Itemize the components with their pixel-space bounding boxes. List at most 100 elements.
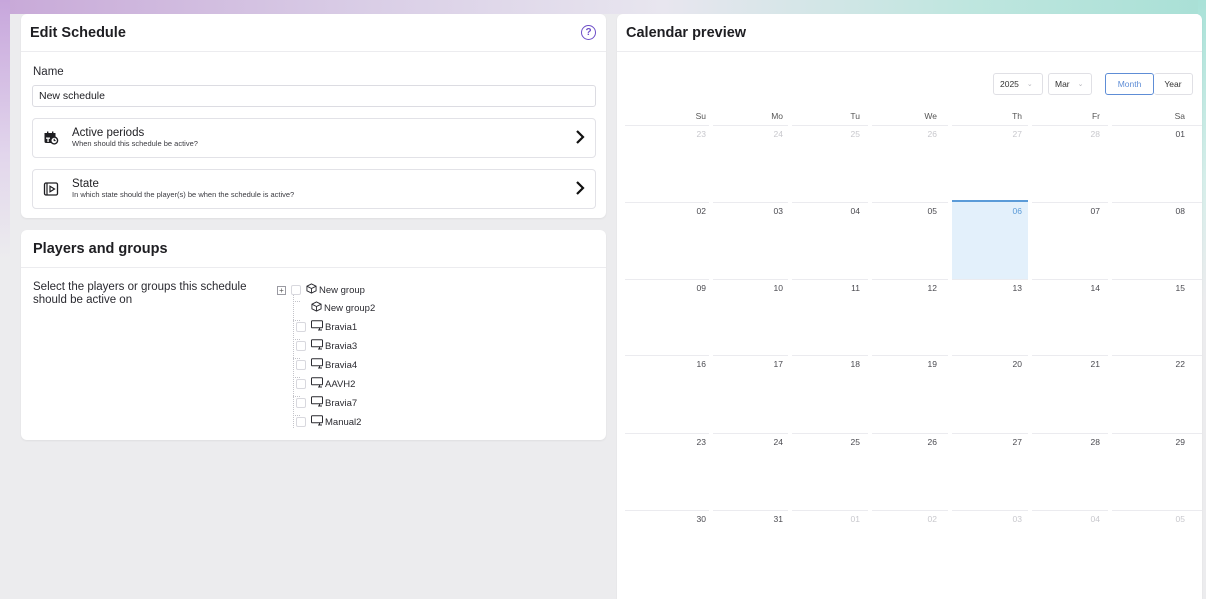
monitor-icon — [311, 337, 323, 355]
tree-item-label: Bravia4 — [325, 359, 358, 371]
calendar-day[interactable]: 23 — [676, 129, 706, 139]
calendar-day[interactable]: 02 — [676, 206, 706, 216]
tree-checkbox[interactable] — [296, 322, 306, 332]
calendar-day[interactable]: 04 — [830, 206, 860, 216]
tree-checkbox[interactable] — [296, 360, 306, 370]
tree-checkbox[interactable] — [291, 285, 301, 295]
calendar-day[interactable]: 09 — [676, 283, 706, 293]
tree-item-label: AAVH2 — [325, 378, 356, 390]
active-periods-row[interactable]: Active periods When should this schedule… — [32, 118, 596, 158]
calendar-cell-divider — [713, 125, 788, 126]
calendar-cell-divider — [1032, 433, 1108, 434]
calendar-day[interactable]: 28 — [1070, 129, 1100, 139]
month-select[interactable]: Mar ⌄ — [1048, 73, 1092, 95]
calendar-day[interactable]: 27 — [992, 129, 1022, 139]
tree-item[interactable]: Bravia1 — [296, 320, 357, 334]
year-select[interactable]: 2025 ⌄ — [993, 73, 1043, 95]
tree-item[interactable]: Bravia4 — [296, 358, 357, 372]
month-mode-button[interactable]: Month — [1105, 73, 1154, 95]
calendar-day[interactable]: 06 — [992, 206, 1022, 216]
calendar-cell-divider — [1112, 355, 1202, 356]
chevron-down-icon: ⌄ — [1026, 81, 1033, 88]
calendar-day[interactable]: 30 — [676, 514, 706, 524]
calendar-day[interactable]: 05 — [1155, 514, 1185, 524]
calendar-day[interactable]: 15 — [1155, 283, 1185, 293]
tree-item[interactable]: Bravia3 — [296, 339, 357, 353]
calendar-cell-divider — [1112, 433, 1202, 434]
calendar-day[interactable]: 03 — [992, 514, 1022, 524]
calendar-cell-divider — [625, 202, 709, 203]
tree-checkbox[interactable] — [296, 417, 306, 427]
calendar-cell-divider — [792, 510, 868, 511]
calendar-day[interactable]: 02 — [907, 514, 937, 524]
calendar-cell-divider — [872, 279, 948, 280]
calendar-day[interactable]: 27 — [992, 437, 1022, 447]
tree-item[interactable]: Bravia7 — [296, 396, 357, 410]
calendar-cell-divider — [625, 433, 709, 434]
cube-icon — [306, 281, 317, 299]
calendar-day[interactable]: 26 — [907, 437, 937, 447]
calendar-cell-divider — [1032, 355, 1108, 356]
active-periods-subtitle: When should this schedule be active? — [72, 139, 198, 148]
calendar-day[interactable]: 05 — [907, 206, 937, 216]
day-header-su: Su — [695, 111, 706, 121]
chevron-down-icon: ⌄ — [1077, 81, 1084, 88]
calendar-day[interactable]: 25 — [830, 129, 860, 139]
calendar-cell-divider — [952, 355, 1028, 356]
calendar-day[interactable]: 24 — [753, 129, 783, 139]
tree-item[interactable]: AAVH2 — [296, 377, 355, 391]
calendar-cell-divider — [625, 279, 709, 280]
calendar-day[interactable]: 21 — [1070, 359, 1100, 369]
calendar-cell-divider — [1032, 279, 1108, 280]
edit-schedule-header: Edit Schedule ? — [21, 14, 606, 52]
calendar-day[interactable]: 07 — [1070, 206, 1100, 216]
calendar-day[interactable]: 20 — [992, 359, 1022, 369]
calendar-day[interactable]: 12 — [907, 283, 937, 293]
players-instruction: Select the players or groups this schedu… — [33, 281, 247, 306]
calendar-cell-divider — [1112, 202, 1202, 203]
expand-icon[interactable]: + — [277, 285, 286, 295]
calendar-cell-divider — [1112, 125, 1202, 126]
tree-checkbox[interactable] — [296, 341, 306, 351]
state-title: State — [72, 178, 99, 190]
calendar-day[interactable]: 04 — [1070, 514, 1100, 524]
calendar-day[interactable]: 24 — [753, 437, 783, 447]
calendar-day[interactable]: 22 — [1155, 359, 1185, 369]
calendar-day[interactable]: 31 — [753, 514, 783, 524]
monitor-icon — [311, 375, 323, 393]
calendar-day[interactable]: 01 — [1155, 129, 1185, 139]
players-groups-title: Players and groups — [33, 240, 168, 257]
calendar-day[interactable]: 11 — [830, 283, 860, 293]
tree-checkbox[interactable] — [296, 398, 306, 408]
calendar-cell-divider — [792, 279, 868, 280]
calendar-day[interactable]: 13 — [992, 283, 1022, 293]
calendar-day[interactable]: 23 — [676, 437, 706, 447]
calendar-day[interactable]: 25 — [830, 437, 860, 447]
question-circle-icon[interactable]: ? — [581, 25, 596, 40]
calendar-day[interactable]: 03 — [753, 206, 783, 216]
tree-checkbox[interactable] — [296, 379, 306, 389]
calendar-day[interactable]: 10 — [753, 283, 783, 293]
calendar-cell-divider — [1032, 202, 1108, 203]
name-input[interactable]: New schedule — [32, 85, 596, 107]
tree-item[interactable]: Manual2 — [296, 415, 361, 429]
calendar-cell-divider — [872, 125, 948, 126]
calendar-day[interactable]: 08 — [1155, 206, 1185, 216]
calendar-cell-divider — [713, 279, 788, 280]
calendar-day[interactable]: 14 — [1070, 283, 1100, 293]
year-mode-button[interactable]: Year — [1154, 73, 1193, 95]
calendar-day[interactable]: 29 — [1155, 437, 1185, 447]
calendar-day[interactable]: 18 — [830, 359, 860, 369]
day-header-th: Th — [1012, 111, 1022, 121]
calendar-day[interactable]: 28 — [1070, 437, 1100, 447]
calendar-day[interactable]: 17 — [753, 359, 783, 369]
calendar-day[interactable]: 16 — [676, 359, 706, 369]
players-groups-header: Players and groups — [21, 230, 606, 268]
calendar-day[interactable]: 19 — [907, 359, 937, 369]
calendar-day[interactable]: 01 — [830, 514, 860, 524]
monitor-icon — [311, 318, 323, 336]
tree-item[interactable]: New group2 — [311, 301, 375, 315]
state-row[interactable]: State In which state should the player(s… — [32, 169, 596, 209]
calendar-day[interactable]: 26 — [907, 129, 937, 139]
tree-item[interactable]: + New group — [277, 283, 365, 297]
